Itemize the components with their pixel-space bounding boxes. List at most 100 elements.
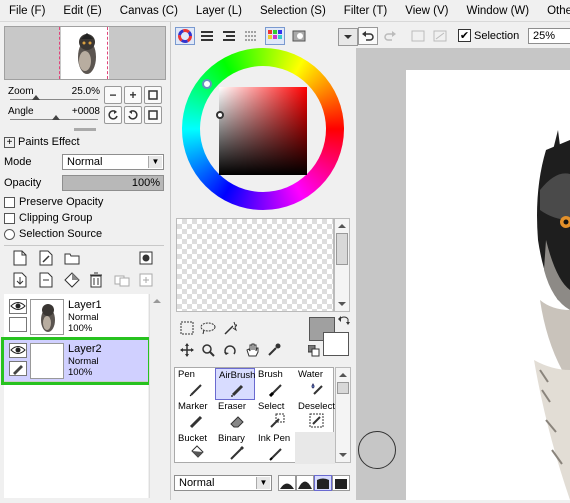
- zoom-slider[interactable]: Zoom 25.0%: [4, 86, 100, 102]
- layer-row-selected[interactable]: Layer2 Normal 100%: [1, 337, 151, 385]
- zoom-out-button[interactable]: −: [104, 86, 122, 104]
- sv-picker-knob[interactable]: [216, 111, 224, 119]
- layer-mask-button[interactable]: [138, 250, 154, 266]
- tool-select[interactable]: Select: [255, 400, 295, 432]
- hue-picker-knob[interactable]: [202, 79, 212, 89]
- layer-row[interactable]: Layer1 Normal 100%: [4, 296, 148, 338]
- opacity-slider[interactable]: 100%: [62, 175, 164, 191]
- eyedropper-tool[interactable]: [264, 341, 284, 359]
- angle-knob[interactable]: [52, 115, 60, 120]
- lasso-tool[interactable]: [198, 319, 218, 337]
- layer-scrollbar[interactable]: [149, 294, 164, 498]
- rotate-left-button[interactable]: [104, 106, 122, 124]
- hand-tool[interactable]: [242, 341, 262, 359]
- tool-scrollbar[interactable]: [335, 367, 351, 463]
- layer-name: Layer1: [68, 299, 102, 311]
- brush-shape-soft[interactable]: [296, 475, 314, 491]
- new-folder-button[interactable]: [64, 250, 80, 266]
- color-swatches-grid[interactable]: [176, 218, 334, 312]
- zoom-tool[interactable]: [198, 341, 218, 359]
- visibility-toggle[interactable]: [9, 299, 27, 314]
- tool-brush[interactable]: Brush: [255, 368, 295, 400]
- zoom-select[interactable]: 25%: [528, 28, 570, 44]
- menu-others[interactable]: Others: [538, 0, 570, 21]
- magic-wand-tool[interactable]: [220, 319, 240, 337]
- undo-icon: [362, 31, 374, 41]
- brush-shape-square[interactable]: [332, 475, 350, 491]
- undo-button[interactable]: [358, 27, 378, 45]
- tool-airbrush[interactable]: AirBrush: [215, 368, 255, 400]
- redo-button[interactable]: [380, 27, 400, 45]
- new-linework-layer-button[interactable]: [38, 250, 54, 266]
- hsv-slider-tab[interactable]: [219, 27, 239, 45]
- hand-icon: [246, 343, 259, 357]
- menu-view[interactable]: View (V): [396, 0, 457, 21]
- menu-window[interactable]: Window (W): [457, 0, 538, 21]
- default-colors-icon[interactable]: [308, 345, 320, 357]
- selection-toggle[interactable]: ✔ Selection: [458, 29, 519, 42]
- color-mixer-tab[interactable]: [241, 27, 261, 45]
- rotate-tool[interactable]: [220, 341, 240, 359]
- menu-selection[interactable]: Selection (S): [251, 0, 335, 21]
- panel-splitter[interactable]: [74, 128, 96, 131]
- visibility-toggle[interactable]: [9, 343, 27, 358]
- menu-layer[interactable]: Layer (L): [187, 0, 251, 21]
- color-wheel-tab[interactable]: [175, 27, 195, 45]
- menu-edit[interactable]: Edit (E): [54, 0, 110, 21]
- tool-pen[interactable]: Pen: [175, 368, 215, 400]
- tool-bucket[interactable]: Bucket: [175, 432, 215, 464]
- menu-file[interactable]: File (F): [0, 0, 54, 21]
- brush-shape-flat[interactable]: [278, 475, 296, 491]
- delete-layer-button[interactable]: [88, 272, 104, 288]
- rotate-right-button[interactable]: [124, 106, 142, 124]
- swatches-scrollbar[interactable]: [334, 218, 350, 312]
- selection-source-radio[interactable]: Selection Source: [4, 228, 102, 240]
- merge-down-button[interactable]: [38, 272, 54, 288]
- brush-shape-hard[interactable]: [314, 475, 332, 491]
- deselect-toolbar-icon: [411, 30, 425, 42]
- move-tool[interactable]: [177, 341, 197, 359]
- clear-layer-button[interactable]: [64, 272, 80, 288]
- clipping-group-checkbox[interactable]: Clipping Group: [4, 212, 92, 224]
- navigator-preview[interactable]: [4, 26, 166, 80]
- panel-collapse-button[interactable]: [338, 28, 358, 46]
- scroll-thumb[interactable]: [337, 382, 349, 394]
- zoom-knob[interactable]: [32, 95, 40, 100]
- menu-canvas[interactable]: Canvas (C): [111, 0, 187, 21]
- rgb-slider-tab[interactable]: [197, 27, 217, 45]
- tool-water[interactable]: Water: [295, 368, 335, 400]
- lock-layer-button[interactable]: [114, 272, 130, 288]
- blend-mode-select[interactable]: Normal ▼: [174, 475, 272, 491]
- tool-marker[interactable]: Marker: [175, 400, 215, 432]
- layer-edit-toggle[interactable]: [9, 361, 27, 376]
- canvas-document[interactable]: [406, 70, 570, 500]
- zoom-reset-button[interactable]: [144, 86, 162, 104]
- swap-colors-icon[interactable]: [337, 315, 351, 329]
- new-layer-button[interactable]: [12, 250, 28, 266]
- paints-effect-header[interactable]: + Paints Effect: [4, 136, 80, 148]
- layer-mask-apply-button[interactable]: [138, 272, 154, 288]
- transfer-down-button[interactable]: [12, 272, 28, 288]
- tool-deselect[interactable]: Deselect: [295, 400, 335, 432]
- deselect-button[interactable]: [408, 27, 428, 45]
- swatches-tab[interactable]: [265, 27, 285, 45]
- layer-name: Layer2: [68, 343, 102, 355]
- sub-color-swatch[interactable]: [323, 332, 349, 356]
- rect-select-tool[interactable]: [177, 319, 197, 337]
- scratchpad-tab[interactable]: [289, 27, 309, 45]
- saturation-value-square[interactable]: [219, 87, 307, 175]
- menu-filter[interactable]: Filter (T): [335, 0, 396, 21]
- rotate-reset-button[interactable]: [144, 106, 162, 124]
- layer-lock-toggle[interactable]: [9, 317, 27, 332]
- angle-slider[interactable]: Angle +0008: [4, 106, 100, 122]
- binary-icon: [230, 446, 244, 460]
- tool-eraser[interactable]: Eraser: [215, 400, 255, 432]
- pen-icon: [13, 365, 23, 375]
- tool-ink-pen[interactable]: Ink Pen: [255, 432, 295, 464]
- mode-select[interactable]: Normal ▼: [62, 154, 164, 170]
- zoom-in-button[interactable]: +: [124, 86, 142, 104]
- scroll-thumb[interactable]: [336, 233, 348, 265]
- tool-binary[interactable]: Binary: [215, 432, 255, 464]
- invert-selection-button[interactable]: [430, 27, 450, 45]
- preserve-opacity-checkbox[interactable]: Preserve Opacity: [4, 196, 103, 208]
